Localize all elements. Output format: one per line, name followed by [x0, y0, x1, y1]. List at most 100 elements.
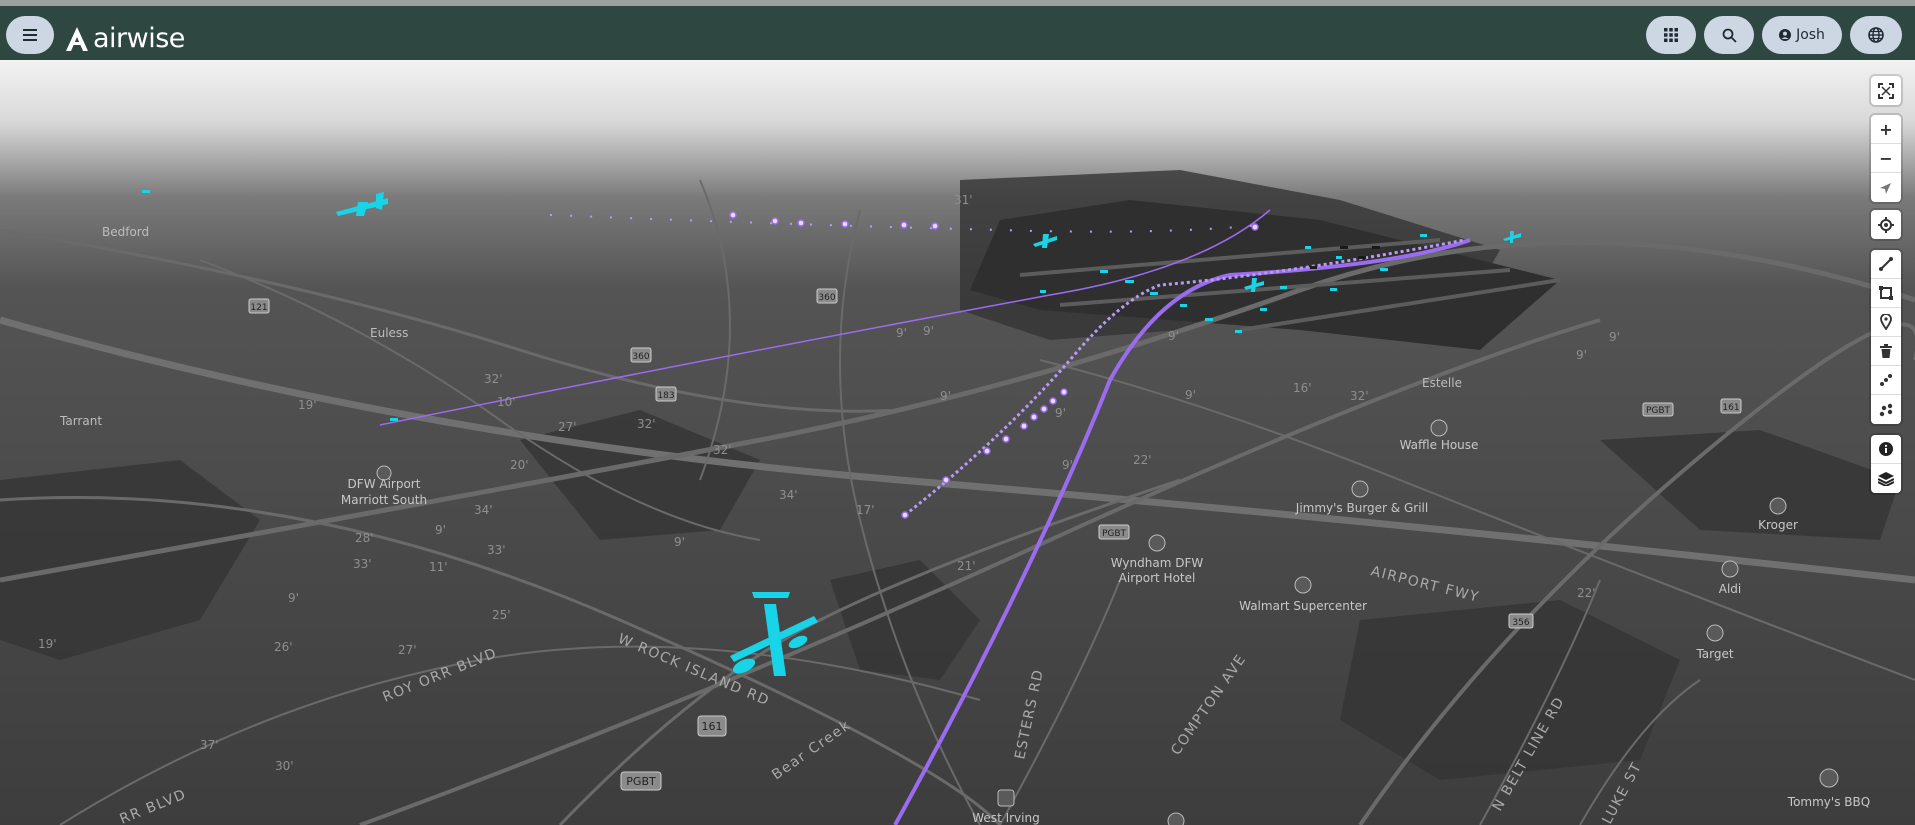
- language-button[interactable]: [1850, 16, 1902, 54]
- shield-161a: 161: [1720, 398, 1742, 414]
- poi-wyndham-label-1: Wyndham DFW: [1111, 556, 1204, 570]
- svg-text:9': 9': [896, 326, 907, 340]
- svg-text:183: 183: [657, 391, 674, 401]
- svg-text:33': 33': [487, 543, 506, 557]
- draw-control: [1871, 250, 1901, 424]
- fullscreen-button[interactable]: [1871, 76, 1901, 105]
- shield-pgbt-2: PGBT: [1642, 402, 1674, 417]
- svg-text:17': 17': [856, 503, 875, 517]
- svg-text:9': 9': [435, 523, 446, 537]
- geolocate-button[interactable]: [1871, 210, 1901, 239]
- airwise-logo-icon: [66, 26, 88, 51]
- shopping-icon: [1706, 624, 1724, 642]
- svg-text:16': 16': [1293, 381, 1312, 395]
- uncombine-button[interactable]: [1871, 395, 1901, 424]
- poi-dfw-label-2: Marriott South: [341, 493, 427, 507]
- svg-text:PGBT: PGBT: [626, 775, 656, 788]
- user-menu-button[interactable]: Josh: [1762, 16, 1842, 54]
- draw-polygon-button[interactable]: [1871, 279, 1901, 308]
- svg-text:161: 161: [702, 720, 723, 733]
- svg-text:33': 33': [353, 557, 372, 571]
- svg-text:9': 9': [1062, 458, 1073, 472]
- globe-icon: [1868, 27, 1884, 43]
- trash-icon: [1880, 344, 1892, 358]
- info-button[interactable]: [1871, 435, 1901, 464]
- svg-text:31': 31': [954, 193, 973, 207]
- svg-text:37': 37': [200, 738, 219, 752]
- svg-text:34': 34': [779, 488, 798, 502]
- svg-text:19': 19': [38, 637, 57, 651]
- top-bar: airwise Josh: [0, 0, 1915, 60]
- info-icon: [1879, 442, 1893, 456]
- info-layers-control: [1871, 435, 1901, 493]
- svg-text:19': 19': [298, 398, 317, 412]
- shield-356: 356: [1508, 613, 1534, 629]
- svg-text:32': 32': [484, 372, 503, 386]
- layers-button[interactable]: [1871, 464, 1901, 493]
- search-button[interactable]: [1704, 16, 1754, 54]
- zoom-out-button[interactable]: −: [1871, 144, 1901, 173]
- poi-walmart-label: Walmart Supercenter: [1239, 599, 1367, 613]
- poi-target-label: Target: [1695, 647, 1733, 661]
- svg-text:32': 32': [1350, 389, 1369, 403]
- shopping-icon: [1167, 812, 1185, 825]
- svg-text:32': 32': [713, 443, 732, 457]
- poi-west-irving-label: West Irving: [972, 811, 1039, 825]
- fullscreen-control: [1871, 76, 1901, 105]
- grid-icon: [1664, 28, 1678, 42]
- label-euless: Euless: [370, 326, 408, 340]
- svg-text:9': 9': [1185, 388, 1196, 402]
- search-icon: [1722, 28, 1737, 43]
- svg-text:9': 9': [1168, 329, 1179, 343]
- svg-text:25': 25': [492, 608, 511, 622]
- draw-point-button[interactable]: [1871, 308, 1901, 337]
- poi-jimmys-label: Jimmy's Burger & Grill: [1295, 501, 1428, 515]
- user-icon: [1779, 29, 1792, 41]
- compass-button[interactable]: [1871, 173, 1901, 202]
- svg-text:161: 161: [1722, 403, 1739, 413]
- line-icon: [1879, 257, 1893, 271]
- hotel-icon: [1148, 534, 1166, 552]
- minus-icon: −: [1879, 148, 1893, 168]
- poi-aldi-label: Aldi: [1719, 582, 1742, 596]
- svg-text:11': 11': [429, 560, 448, 574]
- shopping-icon: [1294, 576, 1312, 594]
- svg-text:20': 20': [510, 458, 529, 472]
- polygon-icon: [1879, 286, 1893, 300]
- svg-text:356: 356: [1512, 618, 1529, 628]
- svg-text:32': 32': [637, 417, 656, 431]
- restaurant-icon: [1351, 480, 1369, 498]
- svg-text:360: 360: [818, 293, 835, 303]
- svg-text:121: 121: [250, 303, 267, 313]
- label-bedford: Bedford: [102, 225, 149, 239]
- poi-waffle-label: Waffle House: [1400, 438, 1479, 452]
- user-name: Josh: [1796, 27, 1825, 43]
- svg-text:9': 9': [1055, 406, 1066, 420]
- svg-text:9': 9': [940, 389, 951, 403]
- delete-button[interactable]: [1871, 337, 1901, 366]
- draw-line-button[interactable]: [1871, 250, 1901, 279]
- svg-text:26': 26': [274, 640, 293, 654]
- zoom-control: + −: [1871, 115, 1901, 202]
- apps-button[interactable]: [1646, 16, 1696, 54]
- locate-icon: [1878, 216, 1894, 233]
- svg-text:27': 27': [558, 420, 577, 434]
- menu-icon: [23, 29, 37, 41]
- combine-button[interactable]: [1871, 366, 1901, 395]
- menu-button[interactable]: [6, 16, 54, 54]
- compass-icon: [1880, 182, 1891, 194]
- zoom-in-button[interactable]: +: [1871, 115, 1901, 144]
- svg-text:27': 27': [398, 643, 417, 657]
- shopping-icon: [1769, 497, 1787, 515]
- transit-icon: [997, 789, 1015, 807]
- svg-text:30': 30': [275, 759, 294, 773]
- map-canvas[interactable]: Bedford Euless Tarrant Estelle DFW Airpo…: [0, 60, 1915, 825]
- label-tarrant: Tarrant: [59, 414, 102, 428]
- map-view[interactable]: Bedford Euless Tarrant Estelle DFW Airpo…: [0, 60, 1915, 825]
- poi-dfw-label-1: DFW Airport: [348, 477, 421, 491]
- svg-text:9': 9': [674, 535, 685, 549]
- restaurant-icon: [1430, 419, 1448, 437]
- poi-tommys-label: Tommy's BBQ: [1787, 795, 1870, 809]
- app-logo[interactable]: airwise: [64, 23, 185, 54]
- poi-wyndham-label-2: Airport Hotel: [1119, 571, 1196, 585]
